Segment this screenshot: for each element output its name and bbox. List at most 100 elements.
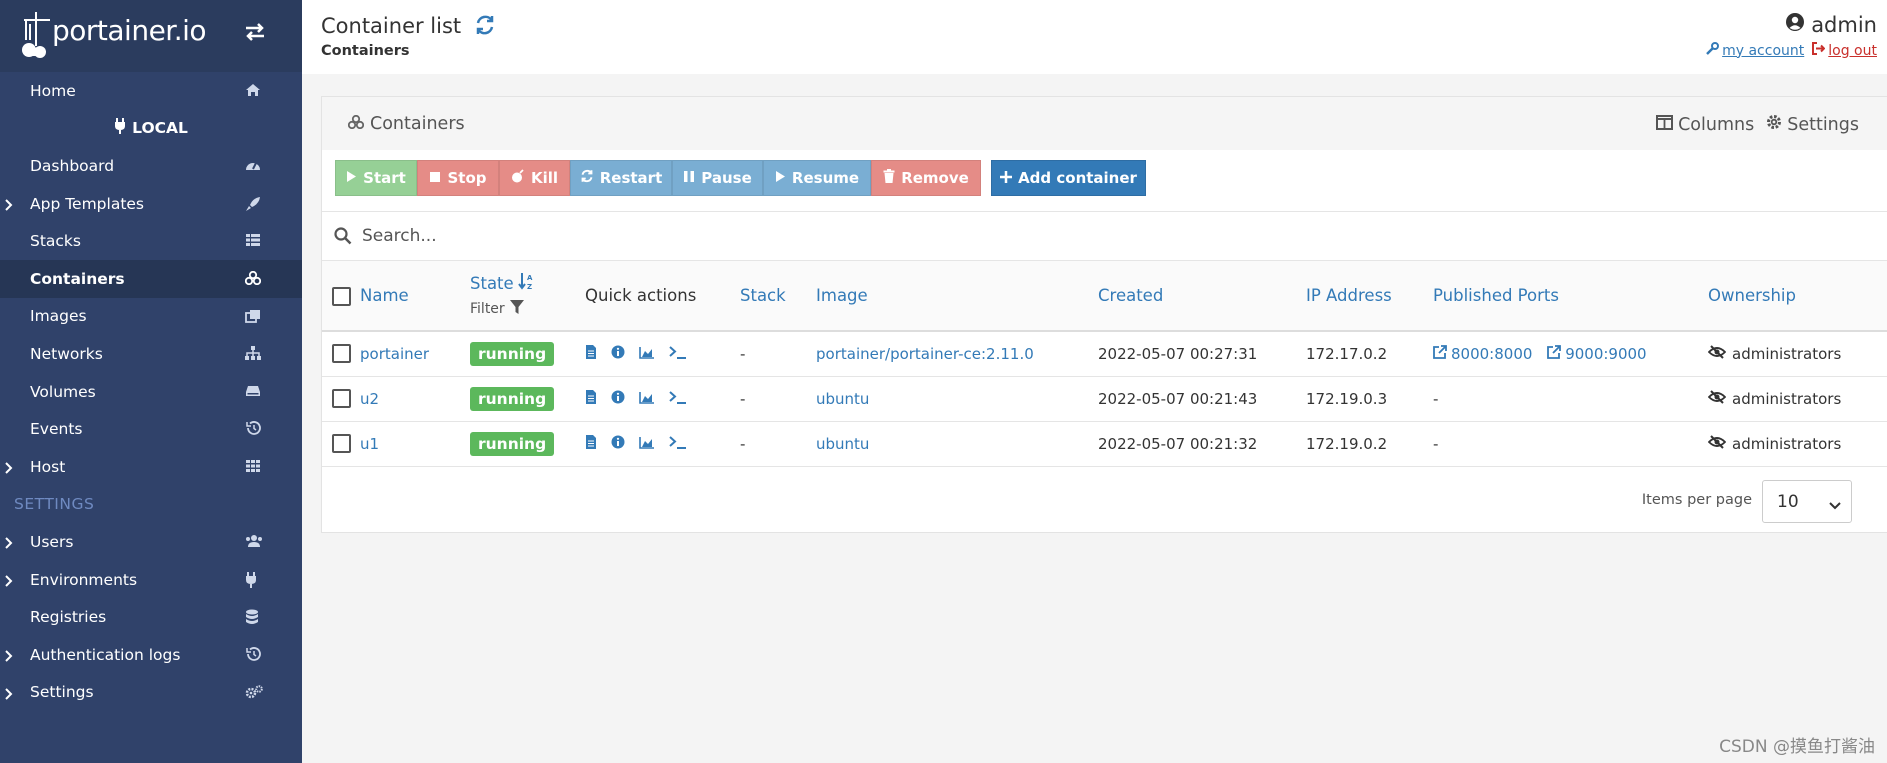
- area-chart-icon[interactable]: [639, 390, 655, 408]
- remove-button[interactable]: Remove: [871, 160, 981, 196]
- sidebar-nav: Home LOCAL Dashboard App Templates Stack…: [0, 72, 302, 711]
- sidebar-item-host[interactable]: Host: [0, 448, 302, 486]
- brand-name[interactable]: portainer.io: [52, 14, 207, 47]
- column-header-created[interactable]: Created: [1098, 261, 1306, 332]
- logs-icon[interactable]: [585, 344, 597, 363]
- sidebar-item-volumes[interactable]: Volumes: [0, 373, 302, 411]
- resume-button[interactable]: Resume: [763, 160, 871, 196]
- column-header-ownership[interactable]: Ownership: [1708, 261, 1887, 332]
- image-link[interactable]: ubuntu: [816, 435, 869, 453]
- container-name-link[interactable]: u1: [360, 435, 379, 453]
- info-circle-icon[interactable]: [611, 390, 625, 408]
- terminal-icon[interactable]: [669, 345, 687, 363]
- items-per-page-select[interactable]: 10: [1762, 480, 1852, 523]
- restart-button[interactable]: Restart: [570, 160, 672, 196]
- info-circle-icon[interactable]: [611, 435, 625, 453]
- sidebar-item-users[interactable]: Users: [0, 523, 302, 561]
- info-circle-icon[interactable]: [611, 345, 625, 363]
- columns-toggle[interactable]: Columns: [1656, 114, 1754, 135]
- my-account-link[interactable]: my account: [1706, 42, 1804, 59]
- ip-cell: 172.19.0.2: [1306, 434, 1388, 453]
- sidebar-item-authentication-logs[interactable]: Authentication logs: [0, 636, 302, 674]
- log-out-link[interactable]: log out: [1812, 42, 1877, 59]
- sidebar-item-label: Settings: [30, 683, 94, 702]
- panel-header: Containers Columns Settings: [322, 97, 1887, 150]
- search-bar: [322, 212, 1887, 261]
- port-label: 9000:9000: [1565, 344, 1647, 363]
- brand-header: portainer.io: [0, 0, 302, 72]
- filter-icon: [509, 299, 525, 319]
- kill-button[interactable]: Kill: [499, 160, 570, 196]
- sidebar-item-dashboard[interactable]: Dashboard: [0, 147, 302, 185]
- cubes-icon: [347, 114, 365, 134]
- refresh-icon[interactable]: [474, 14, 496, 40]
- area-chart-icon[interactable]: [639, 435, 655, 453]
- state-sort[interactable]: State AZ: [470, 272, 585, 294]
- row-checkbox[interactable]: [332, 434, 351, 453]
- plug-icon: [114, 118, 126, 138]
- column-header-ip[interactable]: IP Address: [1306, 261, 1433, 332]
- terminal-icon[interactable]: [669, 390, 687, 408]
- sidebar-item-registries[interactable]: Registries: [0, 598, 302, 636]
- select-all-checkbox[interactable]: [332, 286, 351, 306]
- add-container-button[interactable]: Add container: [991, 160, 1146, 196]
- settings-toggle[interactable]: Settings: [1766, 114, 1859, 135]
- sidebar-endpoint-local: LOCAL: [0, 110, 302, 148]
- settings-label: Settings: [1787, 114, 1859, 135]
- bomb-icon: [511, 169, 525, 187]
- sidebar-item-events[interactable]: Events: [0, 410, 302, 448]
- sidebar: portainer.io Home LOCAL Dashboard App Te…: [0, 0, 302, 763]
- sidebar-item-home[interactable]: Home: [0, 72, 302, 110]
- row-select-cell: [322, 421, 360, 466]
- portainer-logo-icon[interactable]: [20, 8, 52, 64]
- sidebar-item-label: Volumes: [30, 382, 96, 401]
- sidebar-item-containers[interactable]: Containers: [0, 259, 302, 298]
- stop-icon: [429, 169, 441, 187]
- container-name-link[interactable]: portainer: [360, 345, 429, 363]
- ownership-cell: administrators: [1707, 435, 1887, 453]
- state-filter[interactable]: Filter: [470, 299, 585, 319]
- watermark: CSDN @摸鱼打酱油: [1719, 737, 1875, 757]
- page-title: Container list: [321, 14, 462, 38]
- sidebar-item-label: Containers: [30, 269, 125, 288]
- image-link[interactable]: portainer/portainer-ce:2.11.0: [816, 345, 1034, 363]
- wrench-icon: [1706, 42, 1720, 59]
- row-checkbox[interactable]: [332, 389, 351, 408]
- refresh-icon: [580, 169, 594, 187]
- area-chart-icon[interactable]: [639, 345, 655, 363]
- sidebar-item-settings[interactable]: Settings: [0, 674, 302, 712]
- logs-icon[interactable]: [585, 389, 597, 408]
- status-badge: running: [470, 431, 555, 456]
- sidebar-heading-settings: SETTINGS: [14, 495, 95, 514]
- terminal-icon[interactable]: [669, 435, 687, 453]
- sidebar-item-environments[interactable]: Environments: [0, 561, 302, 599]
- cogs-icon: [245, 684, 263, 701]
- published-port-link[interactable]: 8000:8000: [1433, 345, 1532, 363]
- row-checkbox[interactable]: [332, 344, 351, 364]
- sidebar-item-app-templates[interactable]: App Templates: [0, 185, 302, 223]
- column-header-name[interactable]: Name: [360, 261, 470, 332]
- plus-icon: [1000, 169, 1013, 187]
- search-input[interactable]: [360, 218, 960, 254]
- column-header-stack[interactable]: Stack: [740, 261, 816, 332]
- logs-icon[interactable]: [585, 434, 597, 453]
- pause-button[interactable]: Pause: [672, 160, 763, 196]
- created-cell: 2022-05-07 00:21:32: [1098, 434, 1258, 453]
- svg-text:A: A: [527, 274, 533, 282]
- stop-button[interactable]: Stop: [417, 160, 499, 196]
- container-name-link[interactable]: u2: [360, 390, 379, 408]
- sidebar-item-stacks[interactable]: Stacks: [0, 222, 302, 260]
- users-icon: [245, 534, 263, 550]
- sidebar-item-label: Home: [30, 81, 76, 100]
- start-button[interactable]: Start: [335, 160, 417, 196]
- log-out-label: log out: [1828, 42, 1877, 59]
- sidebar-item-images[interactable]: Images: [0, 298, 302, 336]
- kill-label: Kill: [530, 169, 559, 187]
- column-header-image[interactable]: Image: [816, 261, 1098, 332]
- image-link[interactable]: ubuntu: [816, 390, 869, 408]
- sidebar-toggle-icon[interactable]: [244, 22, 266, 46]
- column-header-published-ports[interactable]: Published Ports: [1433, 261, 1708, 332]
- sidebar-item-networks[interactable]: Networks: [0, 335, 302, 373]
- published-port-link[interactable]: 9000:9000: [1547, 344, 1647, 363]
- cubes-icon: [244, 270, 263, 287]
